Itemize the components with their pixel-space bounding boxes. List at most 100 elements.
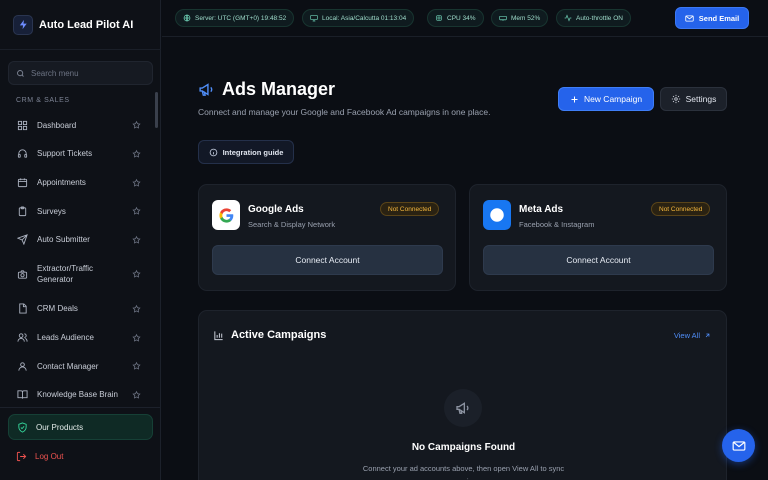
integration-guide-button[interactable]: Integration guide — [198, 140, 294, 164]
user-group-icon — [17, 361, 28, 372]
arrow-up-right-icon — [704, 332, 711, 339]
logout-button[interactable]: Log Out — [16, 451, 63, 462]
sidebar-item-appointments[interactable]: Appointments — [8, 168, 153, 197]
topbar: Server: UTC (GMT+0) 19:48:52 Local: Asia… — [162, 0, 768, 37]
new-campaign-label: New Campaign — [583, 94, 643, 104]
sidebar-item-label: Surveys — [37, 206, 66, 216]
sidebar-scrollbar[interactable] — [155, 92, 158, 128]
search-box[interactable] — [8, 61, 153, 85]
users-icon — [17, 332, 28, 343]
settings-button[interactable]: Settings — [660, 87, 727, 111]
send-email-button[interactable]: Send Email — [675, 7, 749, 29]
sidebar-item-label: Auto Submitter — [37, 235, 90, 244]
connect-account-button[interactable]: Connect Account — [212, 245, 443, 275]
brand[interactable]: Auto Lead Pilot AI — [0, 0, 161, 50]
sidebar-item-auto-submitter[interactable]: Auto Submitter — [8, 225, 153, 254]
cpu-chip: CPU 34% — [427, 9, 484, 27]
star-icon[interactable] — [132, 361, 141, 371]
campaigns-title: Active Campaigns — [231, 329, 327, 341]
view-all-link[interactable]: View All — [674, 331, 711, 340]
active-campaigns-panel: Active Campaigns View All No Campaigns F… — [198, 310, 727, 480]
search-input[interactable] — [31, 68, 141, 78]
bolt-icon — [13, 14, 33, 35]
meta-ads-card: Meta Ads Facebook & Instagram Not Connec… — [469, 184, 727, 291]
star-icon[interactable] — [132, 178, 141, 187]
star-icon[interactable] — [132, 206, 141, 216]
activity-icon — [564, 14, 572, 22]
sidebar: Auto Lead Pilot AI CRM & SALES Dashboard… — [0, 0, 161, 480]
sidebar-item-surveys[interactable]: Surveys — [8, 197, 153, 225]
star-icon[interactable] — [132, 333, 141, 342]
star-icon[interactable] — [132, 269, 141, 279]
calendar-icon — [17, 177, 28, 188]
server-time-label: Server: UTC (GMT+0) 19:48:52 — [195, 14, 287, 22]
headset-icon — [17, 148, 28, 159]
sidebar-item-contact-manager[interactable]: Contact Manager — [8, 352, 153, 380]
mail-icon — [685, 14, 694, 23]
google-ads-card: Google Ads Search & Display Network Not … — [198, 184, 456, 291]
section-label: CRM & SALES — [16, 97, 70, 104]
our-products-label: Our Products — [36, 422, 84, 432]
sidebar-item-label: Contact Manager — [37, 361, 99, 371]
floating-mail-button[interactable] — [722, 429, 755, 462]
send-email-label: Send Email — [698, 13, 740, 23]
empty-state-title: No Campaigns Found — [411, 442, 516, 453]
book-icon — [17, 389, 28, 400]
globe-icon — [183, 14, 191, 22]
mail-icon — [732, 439, 746, 453]
cpu-icon — [435, 14, 443, 22]
sidebar-nav: Dashboard Support Tickets Appointments S… — [8, 111, 153, 409]
new-campaign-button[interactable]: New Campaign — [558, 87, 654, 111]
sidebar-item-support-tickets[interactable]: Support Tickets — [8, 139, 153, 168]
search-icon — [16, 69, 25, 78]
connect-account-button[interactable]: Connect Account — [483, 245, 714, 275]
sidebar-item-label: Leads Audience — [37, 333, 94, 342]
card-title: Google Ads — [248, 204, 304, 215]
monitor-icon — [310, 14, 318, 22]
app-title: Auto Lead Pilot AI — [39, 18, 134, 31]
sidebar-item-knowledge-base-brain[interactable]: Knowledge Base Brain — [8, 380, 153, 409]
google-logo-icon — [212, 200, 240, 230]
card-description: Facebook & Instagram — [519, 220, 595, 229]
shield-icon — [17, 421, 28, 433]
send-icon — [17, 234, 28, 245]
sidebar-item-label: Knowledge Base Brain — [37, 390, 118, 399]
star-icon[interactable] — [132, 235, 141, 244]
star-icon[interactable] — [132, 304, 141, 313]
file-icon — [17, 303, 28, 314]
page-header: Ads Manager — [198, 79, 335, 100]
card-description: Search & Display Network — [248, 220, 336, 229]
campaigns-header: Active Campaigns — [213, 329, 326, 341]
our-products-button[interactable]: Our Products — [8, 414, 153, 440]
sidebar-item-label: Appointments — [37, 178, 86, 187]
sidebar-item-label: CRM Deals — [37, 304, 78, 313]
view-all-label: View All — [673, 331, 700, 340]
memory-label: Mem 52% — [511, 14, 541, 22]
megaphone-icon — [198, 81, 215, 98]
logout-label: Log Out — [35, 452, 64, 461]
logout-icon — [16, 451, 27, 462]
cpu-label: CPU 34% — [447, 14, 476, 22]
star-icon[interactable] — [132, 149, 141, 158]
star-icon[interactable] — [132, 120, 141, 130]
settings-label: Settings — [685, 94, 717, 104]
clipboard-icon — [17, 205, 28, 217]
sidebar-divider — [0, 407, 161, 408]
sidebar-item-label: Support Tickets — [37, 149, 93, 158]
status-badge: Not Connected — [380, 202, 440, 216]
server-time-chip: Server: UTC (GMT+0) 19:48:52 — [175, 9, 295, 27]
gear-icon — [671, 94, 681, 104]
integration-guide-label: Integration guide — [222, 147, 284, 157]
plus-icon — [570, 95, 579, 104]
sidebar-item-leads-audience[interactable]: Leads Audience — [8, 323, 153, 352]
card-title: Meta Ads — [519, 204, 564, 215]
info-icon — [209, 148, 218, 157]
sidebar-item-extractor-traffic-generator[interactable]: Extractor/Traffic Generator — [8, 254, 153, 294]
auto-throttle-label: Auto-throttle ON — [576, 14, 623, 22]
star-icon[interactable] — [132, 390, 141, 399]
memory-chip: Mem 52% — [491, 9, 549, 27]
status-badge: Not Connected — [651, 202, 711, 216]
sidebar-item-crm-deals[interactable]: CRM Deals — [8, 294, 153, 323]
memory-icon — [499, 14, 507, 22]
sidebar-item-dashboard[interactable]: Dashboard — [8, 111, 153, 139]
